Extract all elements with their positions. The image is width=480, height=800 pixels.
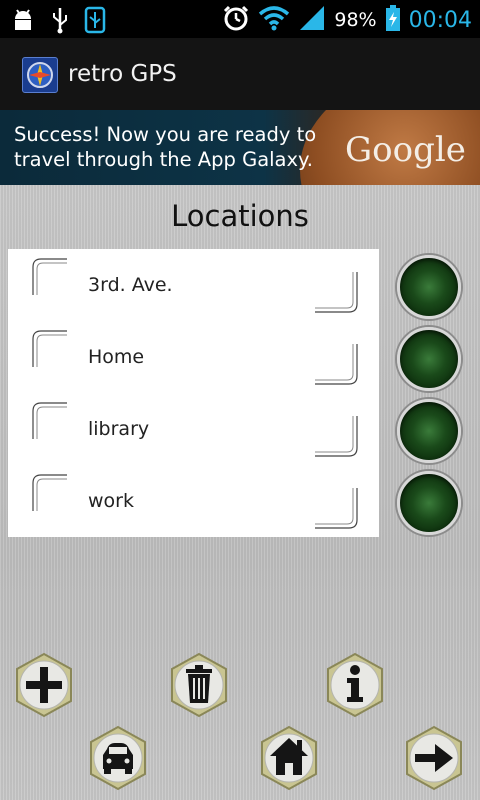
ad-text: Success! Now you are ready to travel thr… — [14, 122, 324, 172]
location-list: 3rd. Ave. Home library work — [8, 249, 379, 537]
frame-corner-bottom-right-icon — [315, 416, 358, 457]
home-button[interactable] — [256, 725, 322, 791]
usb-storage-icon — [84, 6, 106, 38]
trash-icon — [186, 665, 212, 703]
title-bar: retro GPS — [0, 38, 480, 111]
location-select-indicator[interactable] — [397, 399, 461, 463]
next-button[interactable] — [401, 725, 467, 791]
usb-icon — [50, 6, 70, 38]
location-item[interactable]: library — [8, 393, 379, 465]
location-label: work — [88, 490, 134, 512]
signal-icon — [298, 4, 326, 36]
status-bar: 98% 00:04 — [0, 0, 480, 38]
ad-banner[interactable]: Success! Now you are ready to travel thr… — [0, 110, 480, 185]
android-debug-icon — [10, 7, 36, 37]
battery-charging-icon — [385, 4, 401, 36]
location-label: 3rd. Ave. — [88, 274, 173, 296]
ad-brand-logo: Google — [345, 130, 466, 170]
car-button[interactable] — [85, 725, 151, 791]
location-item[interactable]: Home — [8, 321, 379, 393]
location-label: Home — [88, 346, 145, 368]
location-item[interactable]: work — [8, 465, 379, 537]
frame-corner-top-left-icon — [32, 474, 67, 511]
frame-corner-bottom-right-icon — [315, 488, 358, 529]
wifi-icon — [258, 5, 290, 35]
delete-button[interactable] — [166, 652, 232, 718]
location-label: library — [88, 418, 150, 440]
ad-line-2: travel through the App Galaxy. — [14, 148, 314, 171]
frame-corner-top-left-icon — [32, 330, 67, 367]
location-select-indicator[interactable] — [397, 255, 461, 319]
frame-corner-top-left-icon — [32, 258, 67, 295]
location-item[interactable]: 3rd. Ave. — [8, 249, 379, 321]
frame-corner-bottom-right-icon — [315, 272, 358, 313]
compass-app-icon — [22, 57, 58, 93]
location-select-indicator[interactable] — [397, 327, 461, 391]
location-select-indicator[interactable] — [397, 471, 461, 535]
frame-corner-bottom-right-icon — [315, 344, 358, 385]
frame-corner-top-left-icon — [32, 402, 67, 439]
ad-line-1: Success! Now you are ready to — [14, 123, 317, 146]
info-button[interactable] — [322, 652, 388, 718]
clock: 00:04 — [408, 7, 472, 33]
alarm-icon — [222, 4, 250, 36]
main-area: Locations 3rd. Ave. Home library work — [0, 185, 480, 800]
app-title: retro GPS — [68, 61, 177, 87]
battery-percent: 98% — [334, 9, 377, 31]
add-button[interactable] — [11, 652, 77, 718]
page-title: Locations — [171, 199, 309, 233]
